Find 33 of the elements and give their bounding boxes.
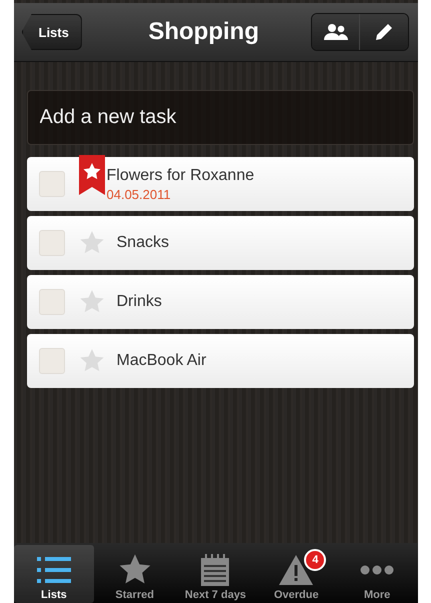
task-checkbox[interactable] <box>38 171 64 197</box>
tab[interactable]: 4 Overdue <box>256 543 337 603</box>
task-checkbox[interactable] <box>38 230 64 256</box>
tab[interactable]: Starred <box>94 543 176 603</box>
tab[interactable]: Next 7 days <box>175 543 256 603</box>
count-badge: 4 <box>304 549 326 571</box>
task-row[interactable]: Flowers for Roxanne 04.05.2011 <box>26 157 414 211</box>
star-icon[interactable] <box>78 348 104 374</box>
more-icon <box>360 565 394 575</box>
star-ribbon-icon[interactable] <box>78 155 104 195</box>
tab[interactable]: Lists <box>14 545 94 603</box>
people-icon <box>324 23 348 41</box>
edit-button[interactable] <box>360 14 408 50</box>
task-title: Flowers for Roxanne <box>106 166 254 184</box>
task-title: MacBook Air <box>116 352 206 370</box>
task-row[interactable]: Drinks <box>26 275 414 329</box>
star-icon[interactable] <box>78 289 104 315</box>
task-row[interactable]: Snacks <box>26 216 414 270</box>
task-checkbox[interactable] <box>38 348 64 374</box>
due-date: 04.05.2011 <box>106 186 172 202</box>
calendar-icon <box>200 554 230 586</box>
new-task-field[interactable]: Add a new task <box>26 90 414 145</box>
list-icon <box>36 555 71 585</box>
screen-title: Shopping <box>148 18 259 46</box>
task-title: Snacks <box>116 234 169 252</box>
tab[interactable]: More <box>336 543 418 603</box>
star-icon[interactable] <box>78 230 104 256</box>
pencil-icon <box>374 22 394 42</box>
share-button[interactable] <box>312 14 360 50</box>
task-checkbox[interactable] <box>38 289 64 315</box>
task-title: Drinks <box>116 293 162 311</box>
back-button[interactable]: Lists <box>22 14 82 50</box>
task-row[interactable]: MacBook Air <box>26 334 414 388</box>
